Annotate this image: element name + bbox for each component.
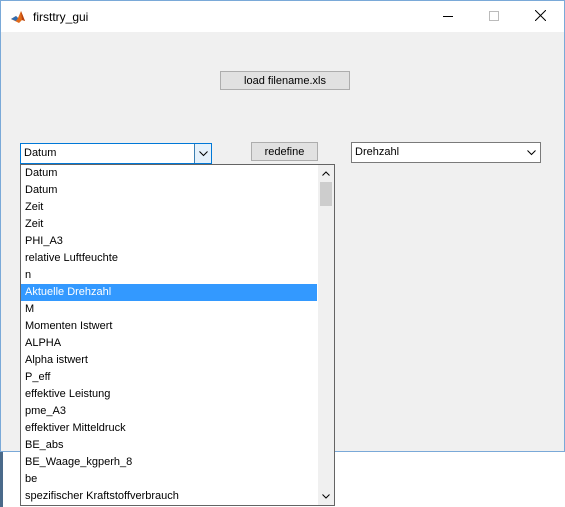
dropdown-option[interactable]: n (21, 267, 317, 284)
close-icon (534, 8, 546, 26)
dropdown-option[interactable]: Datum (21, 182, 317, 199)
window-title: firsttry_gui (33, 10, 89, 24)
dropdown-option[interactable]: Zeit (21, 216, 317, 233)
maximize-button (471, 1, 517, 32)
chevron-down-icon[interactable] (194, 144, 211, 163)
dropdown-options: Datum Datum Zeit Zeit PHI_A3 relative Luftfeu… (21, 165, 317, 505)
dropdown-option[interactable]: BE_Waage_kgperh_8 (21, 454, 317, 471)
chevron-down-icon[interactable] (523, 143, 540, 162)
dropdown-option[interactable]: Momenten Istwert (21, 318, 317, 335)
dropdown-option[interactable]: Zeit (21, 199, 317, 216)
matlab-logo-icon (10, 9, 26, 25)
dropdown-option[interactable]: Datum (21, 165, 317, 182)
combo-right-value: Drehzahl (355, 146, 400, 158)
dropdown-option[interactable]: ALPHA (21, 335, 317, 352)
dropdown-option[interactable]: effektive Leistung (21, 386, 317, 403)
dropdown-option[interactable]: PHI_A3 (21, 233, 317, 250)
dropdown-option[interactable]: M (21, 301, 317, 318)
scroll-up-icon[interactable] (318, 165, 334, 182)
maximize-icon (489, 8, 499, 26)
dropdown-option[interactable]: effektiver Mitteldruck (21, 420, 317, 437)
dropdown-option[interactable]: relative Luftfeuchte (21, 250, 317, 267)
scrollbar-thumb[interactable] (320, 182, 332, 206)
close-button[interactable] (517, 1, 563, 32)
dropdown-option[interactable]: Alpha istwert (21, 352, 317, 369)
dropdown-option[interactable]: be (21, 471, 317, 488)
dropdown-option[interactable]: P_eff (21, 369, 317, 386)
variable-select-right[interactable]: Drehzahl (351, 142, 541, 163)
load-file-button[interactable]: load filename.xls (220, 71, 350, 90)
combo-left-value: Datum (24, 147, 57, 159)
variable-select-left[interactable]: Datum (20, 143, 212, 164)
scroll-down-icon[interactable] (318, 488, 334, 505)
minimize-button[interactable] (425, 1, 471, 32)
dropdown-option[interactable]: spezifischer Kraftstoffverbrauch (21, 488, 317, 505)
redefine-button[interactable]: redefine (251, 142, 318, 161)
title-bar[interactable]: firsttry_gui (1, 1, 564, 32)
dropdown-option[interactable]: BE_abs (21, 437, 317, 454)
dropdown-scrollbar[interactable] (318, 165, 334, 505)
dropdown-option[interactable]: Aktuelle Drehzahl (21, 284, 317, 301)
minimize-icon (443, 8, 453, 26)
dropdown-list[interactable]: Datum Datum Zeit Zeit PHI_A3 relative Luftfeu… (20, 164, 335, 506)
dropdown-option[interactable]: pme_A3 (21, 403, 317, 420)
